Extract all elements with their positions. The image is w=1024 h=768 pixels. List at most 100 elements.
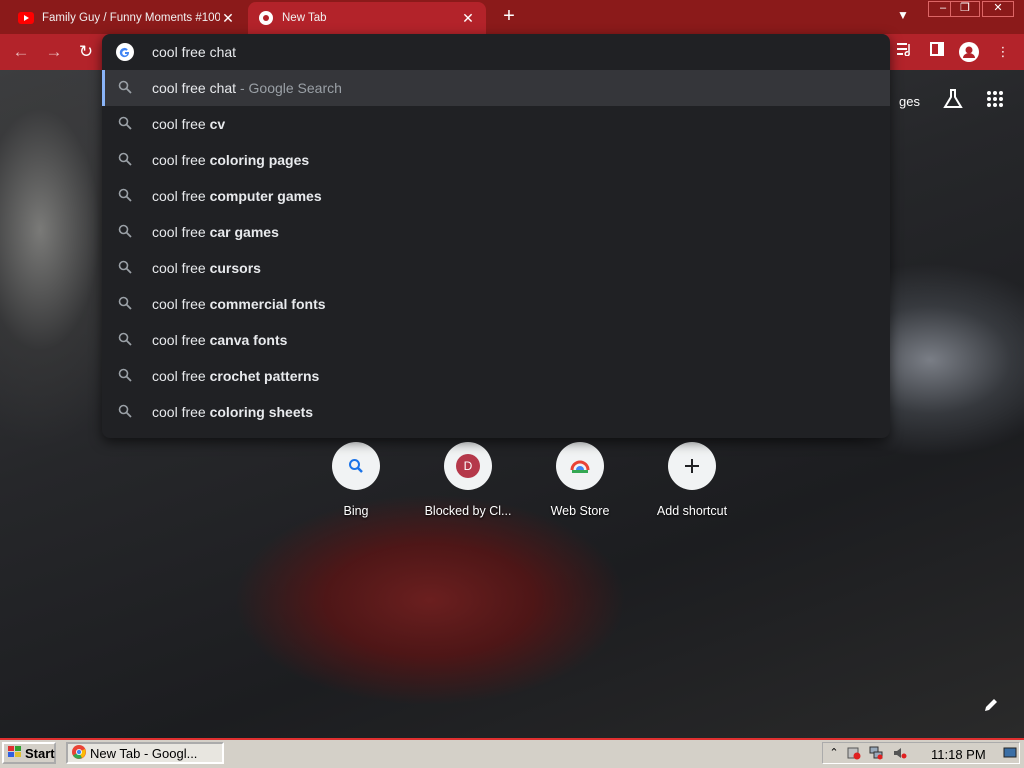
volume-muted-icon[interactable] [893, 746, 907, 760]
suggestion-completion: cv [209, 116, 226, 132]
suggestion-prefix: cool free [152, 188, 210, 204]
suggestion-prefix: cool free [152, 260, 210, 276]
suggestion-prefix: cool free [152, 404, 210, 420]
apps-grid-icon[interactable] [986, 90, 1004, 113]
taskbar-item-chrome[interactable]: New Tab - Googl... [66, 742, 224, 764]
suggestion-text: cool free commercial fonts [152, 296, 326, 312]
tab-family-guy[interactable]: Family Guy / Funny Moments #100 ✕ [8, 2, 246, 34]
search-icon [118, 368, 134, 384]
suggestion-list: cool free chat - Google Search cool free… [102, 70, 890, 430]
suggestion-item[interactable]: cool free chat - Google Search [102, 70, 890, 106]
close-window-button[interactable]: ✕ [982, 1, 1014, 17]
shortcut-label: Add shortcut [656, 504, 728, 518]
start-button[interactable]: Start [2, 742, 56, 764]
suggestion-item[interactable]: cool free coloring sheets [102, 394, 890, 430]
search-icon [118, 332, 134, 348]
forward-button[interactable]: → [43, 41, 65, 63]
suggestion-text: cool free canva fonts [152, 332, 287, 348]
plus-icon [668, 442, 716, 490]
omnibox-row [102, 34, 890, 70]
pencil-icon[interactable] [983, 697, 1001, 715]
letter-d-icon: D [444, 442, 492, 490]
suggestion-prefix: cool free [152, 332, 210, 348]
suggestion-item[interactable]: cool free cursors [102, 250, 890, 286]
labs-flask-icon[interactable] [942, 88, 964, 115]
suggestion-text: cool free chat - Google Search [152, 80, 342, 96]
suggestion-text: cool free car games [152, 224, 279, 240]
shortcut-label: Bing [343, 504, 369, 518]
windows-logo-icon [8, 745, 22, 761]
suggestion-item[interactable]: cool free crochet patterns [102, 358, 890, 394]
suggestion-prefix: cool free [152, 152, 210, 168]
back-button[interactable]: ← [10, 41, 32, 63]
suggestion-completion: canva fonts [209, 332, 288, 348]
show-desktop-icon[interactable] [1003, 746, 1017, 760]
chrome-web-store-icon [556, 442, 604, 490]
youtube-icon [18, 10, 34, 26]
more-menu-icon[interactable]: ⋮ [993, 42, 1013, 62]
suggestion-text: cool free cursors [152, 260, 261, 276]
suggestion-completion: cursors [209, 260, 261, 276]
reload-button[interactable]: ↻ [75, 41, 97, 63]
search-icon [118, 296, 134, 312]
search-icon [118, 116, 134, 132]
suggestion-completion: commercial fonts [209, 296, 326, 312]
shortcut-add[interactable]: Add shortcut [636, 442, 748, 532]
address-bar-input[interactable] [152, 42, 752, 62]
suggestion-prefix: cool free [152, 368, 210, 384]
suggestion-item[interactable]: cool free cv [102, 106, 890, 142]
top-right-links: ges [899, 88, 1004, 115]
suggestion-prefix: cool free [152, 224, 210, 240]
suggestion-source: Google Search [248, 80, 342, 96]
google-icon [116, 43, 134, 61]
security-alert-icon[interactable] [847, 746, 861, 760]
suggestion-text: cool free coloring sheets [152, 404, 313, 420]
suggestion-prefix: cool free chat [152, 80, 237, 96]
chrome-icon [258, 10, 274, 26]
suggestion-item[interactable]: cool free coloring pages [102, 142, 890, 178]
suggestion-item[interactable]: cool free computer games [102, 178, 890, 214]
suggestion-completion: car games [209, 224, 279, 240]
suggestion-completion: coloring pages [209, 152, 310, 168]
images-link[interactable]: ges [899, 94, 920, 109]
search-icon [118, 152, 134, 168]
suggestion-item[interactable]: cool free canva fonts [102, 322, 890, 358]
omnibox-dropdown: cool free chat - Google Search cool free… [102, 34, 890, 438]
shortcut-bing[interactable]: Bing [300, 442, 412, 532]
suggestion-item[interactable]: cool free commercial fonts [102, 286, 890, 322]
tab-new-tab[interactable]: New Tab ✕ [248, 2, 486, 34]
chevron-up-icon[interactable]: ⌃ [827, 746, 841, 760]
shortcut-web-store[interactable]: Web Store [524, 442, 636, 532]
chrome-icon [72, 744, 86, 762]
profile-icon[interactable] [959, 42, 979, 62]
tab-strip: Family Guy / Funny Moments #100 ✕ New Ta… [0, 0, 1024, 34]
suggestion-text: cool free coloring pages [152, 152, 309, 168]
tab-title: Family Guy / Funny Moments #100 [42, 12, 220, 24]
side-panel-icon[interactable] [927, 42, 947, 62]
shortcut-label: Blocked by Cl... [424, 504, 512, 518]
suggestion-completion: computer games [209, 188, 322, 204]
search-icon [118, 260, 134, 276]
suggestion-prefix: cool free [152, 296, 210, 312]
reading-list-icon[interactable] [895, 42, 915, 62]
search-icon [118, 188, 134, 204]
system-tray: ⌃ 11:18 PM [822, 742, 1020, 764]
suggestion-completion: crochet patterns [209, 368, 320, 384]
shortcuts-grid: Bing D Blocked by Cl... Web Store Add sh… [300, 442, 740, 532]
shortcut-blocked[interactable]: D Blocked by Cl... [412, 442, 524, 532]
suggestion-text: cool free cv [152, 116, 225, 132]
search-icon [118, 224, 134, 240]
search-icon [332, 442, 380, 490]
start-label: Start [25, 745, 55, 761]
suggestion-text: cool free computer games [152, 188, 322, 204]
suggestion-text: cool free crochet patterns [152, 368, 319, 384]
close-icon[interactable]: ✕ [220, 10, 236, 26]
chevron-down-icon[interactable]: ▼ [893, 8, 913, 26]
suggestion-item[interactable]: cool free car games [102, 214, 890, 250]
suggestion-prefix: cool free [152, 116, 210, 132]
network-icon[interactable] [869, 746, 883, 760]
new-tab-button[interactable]: + [498, 6, 520, 28]
restore-button[interactable]: ❐ [950, 1, 980, 17]
taskbar-item-label: New Tab - Googl... [90, 745, 198, 761]
close-icon[interactable]: ✕ [460, 10, 476, 26]
